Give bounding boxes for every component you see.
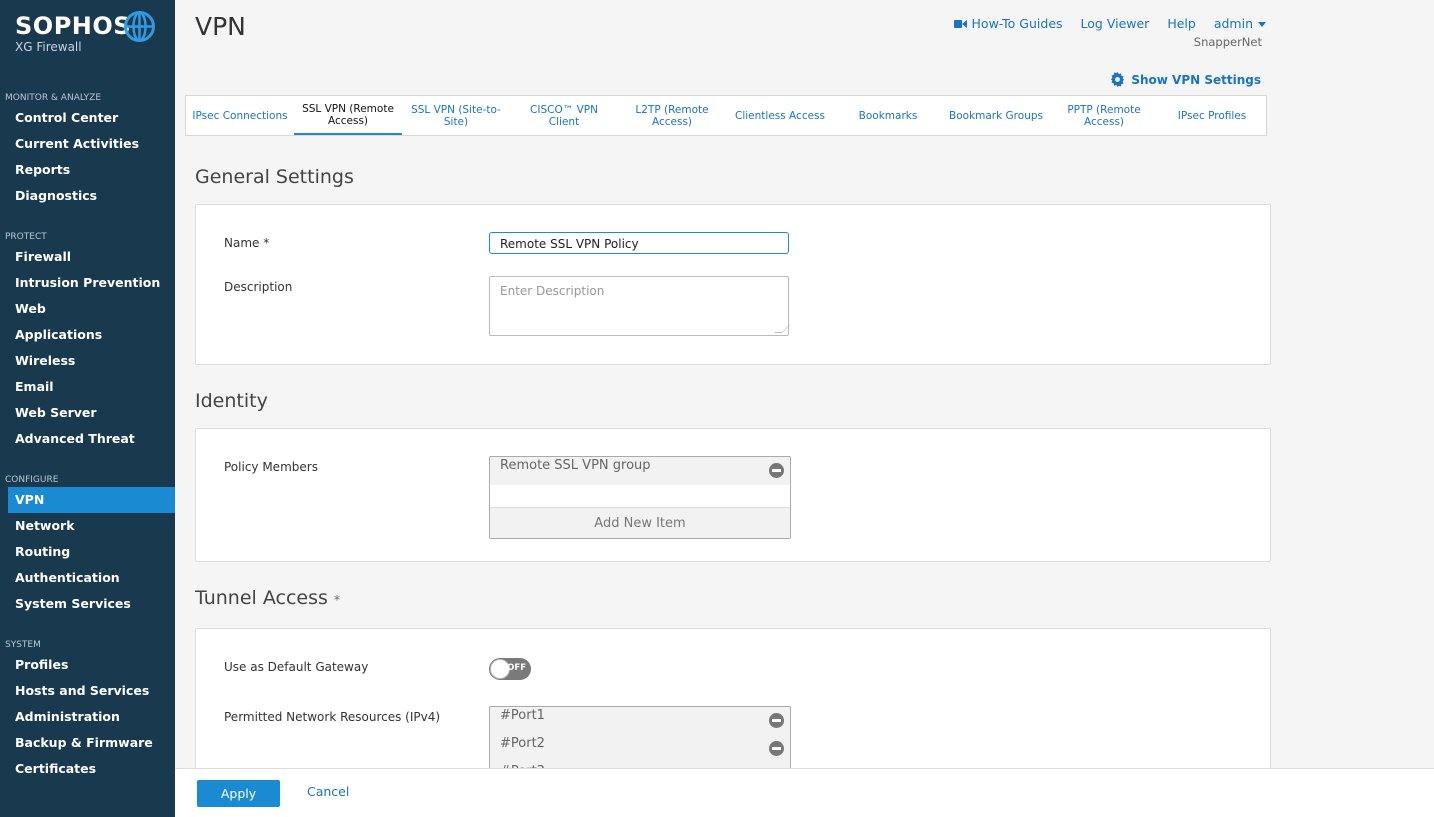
- nav-section-system: SYSTEM Profiles Hosts and Services Admin…: [0, 638, 175, 782]
- how-to-guides-link[interactable]: How-To Guides: [953, 16, 1063, 31]
- brand-product: XG Firewall: [15, 40, 82, 54]
- nav-item-certificates[interactable]: Certificates: [0, 756, 175, 782]
- nav-item-backup-firmware[interactable]: Backup & Firmware: [0, 730, 175, 756]
- nav-item-web-server[interactable]: Web Server: [0, 400, 175, 426]
- tab-ipsec-connections[interactable]: IPsec Connections: [186, 96, 294, 135]
- nav-item-vpn[interactable]: VPN: [8, 487, 175, 513]
- resource-name: #Port2: [500, 736, 545, 751]
- nav-item-administration[interactable]: Administration: [0, 704, 175, 730]
- nav-section-protect: PROTECT Firewall Intrusion Prevention We…: [0, 230, 175, 452]
- tab-l2tp-remote-access[interactable]: L2TP (Remote Access): [618, 96, 726, 135]
- nav-item-control-center[interactable]: Control Center: [0, 105, 175, 131]
- tunnel-access-title: Tunnel Access *: [195, 587, 340, 609]
- nav-item-system-services[interactable]: System Services: [0, 591, 175, 617]
- nav-item-authentication[interactable]: Authentication: [0, 565, 175, 591]
- log-viewer-link[interactable]: Log Viewer: [1081, 16, 1150, 31]
- nav-item-firewall[interactable]: Firewall: [0, 244, 175, 270]
- help-link[interactable]: Help: [1167, 16, 1196, 31]
- page-title: VPN: [195, 12, 246, 41]
- tunnel-access-title-text: Tunnel Access: [195, 587, 328, 609]
- brand-name: SOPHOS: [15, 12, 132, 40]
- nav-item-reports[interactable]: Reports: [0, 157, 175, 183]
- nav-header: CONFIGURE: [5, 475, 59, 485]
- nav-section-monitor: MONITOR & ANALYZE Control Center Current…: [0, 91, 175, 209]
- gear-icon: [1111, 72, 1125, 87]
- nav-item-network[interactable]: Network: [0, 513, 175, 539]
- member-name: Remote SSL VPN group: [500, 458, 651, 473]
- nav-item-wireless[interactable]: Wireless: [0, 348, 175, 374]
- default-gateway-toggle[interactable]: OFF: [489, 658, 531, 680]
- nav-item-profiles[interactable]: Profiles: [0, 652, 175, 678]
- sophos-logo: SOPHOS XG Firewall: [15, 12, 131, 54]
- user-menu[interactable]: admin: [1214, 16, 1266, 31]
- tab-bookmark-groups[interactable]: Bookmark Groups: [942, 96, 1050, 135]
- name-label: Name *: [224, 236, 270, 250]
- identity-title: Identity: [195, 390, 268, 412]
- nav-item-current-activities[interactable]: Current Activities: [0, 131, 175, 157]
- tab-bar: IPsec Connections SSL VPN (Remote Access…: [185, 95, 1267, 136]
- tab-bookmarks[interactable]: Bookmarks: [834, 96, 942, 135]
- nav-header: PROTECT: [5, 232, 47, 242]
- tab-pptp-remote-access[interactable]: PPTP (Remote Access): [1050, 96, 1158, 135]
- globe-icon: [124, 11, 155, 42]
- tab-ssl-vpn-site-to-site[interactable]: SSL VPN (Site-to-Site): [402, 96, 510, 135]
- nav-item-hosts-and-services[interactable]: Hosts and Services: [0, 678, 175, 704]
- name-input[interactable]: Remote SSL VPN Policy: [489, 232, 789, 254]
- nav-item-web[interactable]: Web: [0, 296, 175, 322]
- list-item: #Port2: [490, 735, 790, 763]
- remove-icon[interactable]: [769, 713, 784, 728]
- nav-item-email[interactable]: Email: [0, 374, 175, 400]
- nav-item-diagnostics[interactable]: Diagnostics: [0, 183, 175, 209]
- resource-name: #Port1: [500, 708, 545, 723]
- nav-item-intrusion-prevention[interactable]: Intrusion Prevention: [0, 270, 175, 296]
- nav-section-configure: CONFIGURE VPN Network Routing Authentica…: [0, 473, 175, 617]
- show-vpn-settings-label: Show VPN Settings: [1131, 72, 1261, 87]
- sidebar: SOPHOS XG Firewall MONITOR & ANALYZE Con…: [0, 0, 175, 817]
- general-settings-title: General Settings: [195, 166, 354, 188]
- required-mark: *: [333, 593, 340, 607]
- tab-ipsec-profiles[interactable]: IPsec Profiles: [1158, 96, 1266, 135]
- nav-item-applications[interactable]: Applications: [0, 322, 175, 348]
- nav-item-routing[interactable]: Routing: [0, 539, 175, 565]
- general-settings-panel: Name * Remote SSL VPN Policy Description…: [195, 204, 1271, 365]
- list-empty-space: [490, 485, 790, 507]
- policy-members-label: Policy Members: [224, 460, 318, 474]
- tab-clientless-access[interactable]: Clientless Access: [726, 96, 834, 135]
- description-placeholder: Enter Description: [500, 284, 605, 298]
- footer-bar: Apply Cancel: [175, 768, 1434, 817]
- policy-members-list: Remote SSL VPN group Add New Item: [489, 456, 791, 539]
- nav-header: MONITOR & ANALYZE: [5, 93, 102, 103]
- chevron-down-icon: [1258, 22, 1266, 27]
- tab-cisco-vpn-client[interactable]: CISCO™ VPN Client: [510, 96, 618, 135]
- top-links: How-To Guides Log Viewer Help admin: [953, 16, 1266, 31]
- remove-icon[interactable]: [769, 463, 784, 478]
- tenant-name: SnapperNet: [1193, 35, 1262, 49]
- tab-ssl-vpn-remote-access[interactable]: SSL VPN (Remote Access): [294, 96, 402, 135]
- list-item: Remote SSL VPN group: [490, 457, 790, 485]
- description-label: Description: [224, 280, 293, 294]
- show-vpn-settings-link[interactable]: Show VPN Settings: [1110, 72, 1261, 87]
- default-gateway-label: Use as Default Gateway: [224, 660, 369, 674]
- apply-button[interactable]: Apply: [197, 780, 280, 807]
- toggle-state: OFF: [507, 663, 526, 673]
- description-field[interactable]: Enter Description: [489, 276, 790, 336]
- add-new-item-button[interactable]: Add New Item: [490, 507, 790, 538]
- nav-header: SYSTEM: [5, 640, 41, 650]
- video-camera-icon: [953, 19, 967, 28]
- main-content: VPN How-To Guides Log Viewer Help admin …: [175, 0, 1434, 817]
- permitted-resources-label: Permitted Network Resources (IPv4): [224, 710, 441, 724]
- nav-item-advanced-threat[interactable]: Advanced Threat: [0, 426, 175, 452]
- identity-panel: Policy Members Remote SSL VPN group Add …: [195, 428, 1271, 562]
- list-item: #Port1: [490, 707, 790, 735]
- cancel-button[interactable]: Cancel: [307, 784, 349, 799]
- remove-icon[interactable]: [769, 741, 784, 756]
- how-to-guides-label: How-To Guides: [971, 16, 1063, 31]
- user-name: admin: [1213, 16, 1253, 31]
- resize-handle-icon[interactable]: [774, 325, 790, 333]
- tunnel-access-panel: Use as Default Gateway OFF Permitted Net…: [195, 628, 1271, 796]
